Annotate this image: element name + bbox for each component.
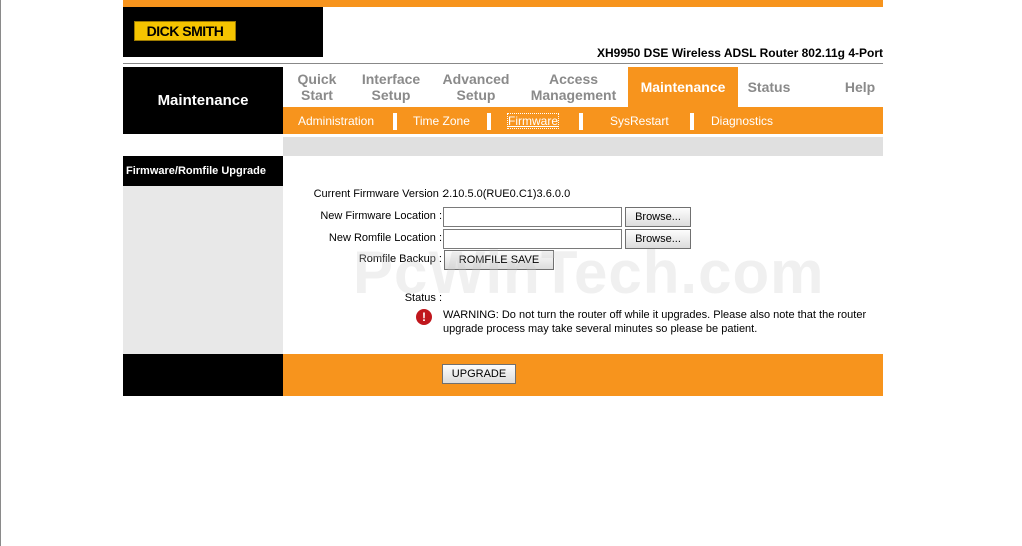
subnav-separator	[579, 113, 583, 130]
upgrade-button[interactable]: UPGRADE	[442, 364, 516, 384]
status-label: Status :	[404, 292, 442, 304]
browse-romfile-button[interactable]: Browse...	[625, 229, 691, 249]
window-left-border	[0, 0, 1, 546]
panel-title: Firmware/Romfile Upgrade	[123, 156, 283, 186]
header-top-bar	[123, 0, 883, 7]
subnav-time-zone[interactable]: Time Zone	[413, 114, 470, 128]
model-title: XH9950 DSE Wireless ADSL Router 802.11g …	[596, 46, 883, 60]
content-header-band	[283, 137, 883, 156]
current-version-row: Current Firmware Version : 2.10.5.0(RUE0…	[283, 185, 883, 205]
romfile-backup-row: Romfile Backup : ROMFILE SAVE	[283, 250, 883, 270]
new-firmware-row: New Firmware Location : Browse...	[283, 207, 883, 227]
nav-quick-start[interactable]: Quick Start	[283, 67, 351, 107]
section-title: Maintenance	[123, 67, 283, 134]
browse-firmware-button[interactable]: Browse...	[625, 207, 691, 227]
footer-left-block	[123, 354, 283, 396]
subnav-firmware[interactable]: Firmware	[507, 113, 559, 129]
romfile-save-button[interactable]: ROMFILE SAVE	[444, 250, 554, 270]
brand-logo: DICK SMITH ELECTRONICS	[123, 7, 323, 57]
romfile-backup-label: Romfile Backup :	[358, 253, 442, 265]
new-romfile-row: New Romfile Location : Browse...	[283, 229, 883, 249]
warning-text: WARNING: Do not turn the router off whil…	[443, 309, 867, 335]
current-version-label: Current Firmware Version :	[313, 188, 445, 200]
nav-interface-setup[interactable]: Interface Setup	[351, 67, 431, 107]
nav-status[interactable]: Status	[738, 67, 800, 107]
new-firmware-label: New Firmware Location :	[320, 210, 442, 222]
subnav-separator	[487, 113, 491, 130]
subnav-sysrestart[interactable]: SysRestart	[610, 114, 669, 128]
new-romfile-input[interactable]	[443, 229, 622, 249]
sub-nav: Administration Time Zone Firmware SysRes…	[283, 107, 883, 134]
main-nav: Quick Start Interface Setup Advanced Set…	[283, 67, 883, 107]
left-panel	[123, 186, 283, 354]
new-romfile-label: New Romfile Location :	[328, 232, 442, 244]
nav-maintenance[interactable]: Maintenance	[628, 67, 738, 107]
footer-action-bar: UPGRADE	[283, 354, 883, 396]
nav-help[interactable]: Help	[800, 67, 920, 107]
nav-access-management[interactable]: Access Management	[521, 67, 626, 107]
nav-advanced-setup[interactable]: Advanced Setup	[431, 67, 521, 107]
status-row: Status :	[283, 289, 883, 309]
subnav-separator	[393, 113, 397, 130]
subnav-separator	[690, 113, 694, 130]
warning-icon: !	[416, 309, 432, 325]
new-firmware-input[interactable]	[443, 207, 622, 227]
header-divider	[123, 63, 883, 64]
warning-row: ! WARNING: Do not turn the router off wh…	[283, 308, 883, 338]
logo-subtext: ELECTRONICS	[161, 35, 223, 40]
current-version-value: 2.10.5.0(RUE0.C1)3.6.0.0	[443, 188, 571, 200]
subnav-administration[interactable]: Administration	[298, 114, 374, 128]
subnav-diagnostics[interactable]: Diagnostics	[711, 114, 773, 128]
